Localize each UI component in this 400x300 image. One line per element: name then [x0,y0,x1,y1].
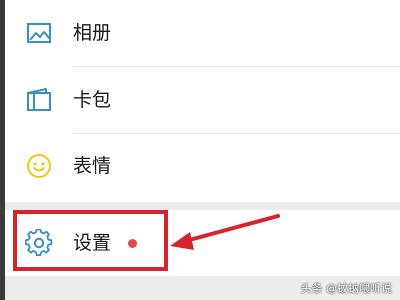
menu-group: 相册 卡包 表情 [5,0,400,202]
menu-item-emoji-label: 表情 [73,155,112,177]
photo-album-icon [25,19,53,47]
notification-dot [128,239,137,248]
menu-item-settings-label: 设置 [73,232,112,254]
menu-item-card-wallet[interactable]: 卡包 [5,67,400,133]
emoji-smile-icon [25,152,53,180]
menu-item-album[interactable]: 相册 [5,0,400,66]
annotation-arrow-icon [170,214,280,250]
gear-icon [24,228,53,257]
watermark: 头条 @蚊蚋喂听说 [300,282,393,295]
menu-item-album-label: 相册 [73,22,112,44]
menu-item-emoji[interactable]: 表情 [5,134,400,200]
menu-item-card-wallet-label: 卡包 [73,89,112,111]
card-wallet-icon [25,86,53,114]
